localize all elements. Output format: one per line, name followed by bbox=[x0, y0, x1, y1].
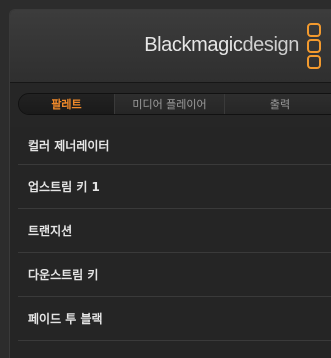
brand-header: Blackmagicdesign bbox=[10, 10, 331, 83]
brand-name-sub: design bbox=[242, 34, 299, 56]
tabs-bar: 팔레트 미디어 플레이어 출력 bbox=[10, 83, 331, 127]
brand-logo-text: Blackmagicdesign bbox=[144, 34, 299, 57]
palette-list: 컬러 제너레이터 업스트림 키 1 트랜지션 다운스트림 키 페이드 투 블랙 bbox=[18, 127, 331, 341]
palette-item-transition[interactable]: 트랜지션 bbox=[18, 209, 331, 253]
palette-item-upstream-key-1[interactable]: 업스트림 키 1 bbox=[18, 165, 331, 209]
tab-strip: 팔레트 미디어 플레이어 출력 bbox=[18, 93, 331, 115]
tab-output[interactable]: 출력 bbox=[225, 94, 331, 114]
brand-name-main: Blackmagic bbox=[144, 34, 243, 56]
palette-item-color-generator[interactable]: 컬러 제너레이터 bbox=[18, 127, 331, 165]
control-panel: Blackmagicdesign 팔레트 미디어 플레이어 출력 컬러 제너레이… bbox=[9, 9, 331, 358]
tab-media-player[interactable]: 미디어 플레이어 bbox=[115, 94, 225, 114]
blackmagic-logo-icon bbox=[307, 23, 321, 69]
palette-item-fade-to-black[interactable]: 페이드 투 블랙 bbox=[18, 297, 331, 341]
palette-item-downstream-key[interactable]: 다운스트림 키 bbox=[18, 253, 331, 297]
tab-palette[interactable]: 팔레트 bbox=[19, 94, 115, 114]
